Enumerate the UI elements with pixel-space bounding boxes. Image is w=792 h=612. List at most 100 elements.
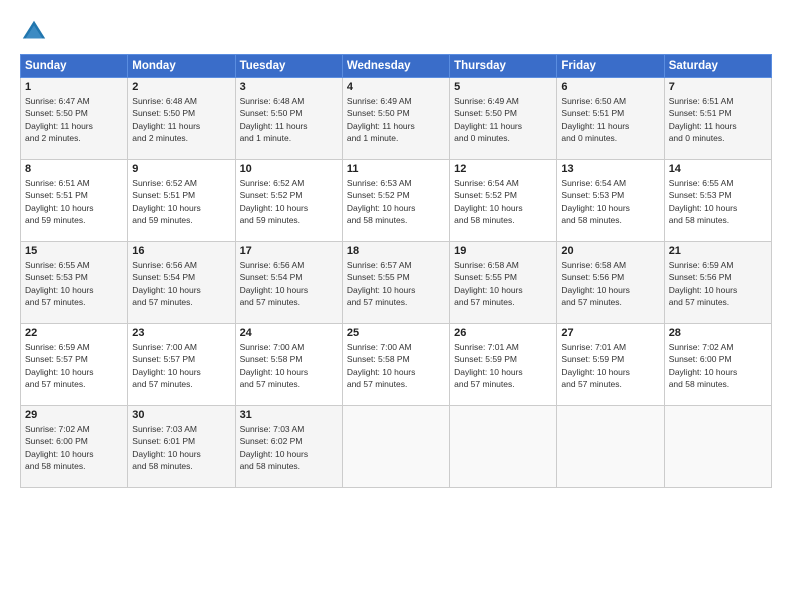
day-info: Sunrise: 7:03 AMSunset: 6:01 PMDaylight:… [132,423,230,472]
day-info: Sunrise: 6:52 AMSunset: 5:51 PMDaylight:… [132,177,230,226]
day-cell: 8Sunrise: 6:51 AMSunset: 5:51 PMDaylight… [21,160,128,242]
day-cell: 25 Sunrise: 7:00 AMSunset: 5:58 PMDayligh… [342,324,449,406]
day-number: 1 [25,81,123,93]
day-number: 21 [669,245,767,257]
col-header-sunday: Sunday [21,55,128,78]
col-header-wednesday: Wednesday [342,55,449,78]
day-cell: 13 Sunrise: 6:54 AMSunset: 5:53 PMDayligh… [557,160,664,242]
day-cell: 21Sunrise: 6:59 AMSunset: 5:56 PMDayligh… [664,242,771,324]
day-number: 11 [347,163,445,175]
week-row-4: 22 Sunrise: 6:59 AMSunset: 5:57 PMDayligh… [21,324,772,406]
calendar-table: SundayMondayTuesdayWednesdayThursdayFrid… [20,54,772,488]
day-number: 29 [25,409,123,421]
col-header-friday: Friday [557,55,664,78]
day-number: 28 [669,327,767,339]
day-info: Sunrise: 6:53 AMSunset: 5:52 PMDaylight:… [347,177,445,226]
day-number: 19 [454,245,552,257]
week-row-3: 15 Sunrise: 6:55 AMSunset: 5:53 PMDayligh… [21,242,772,324]
header-row: SundayMondayTuesdayWednesdayThursdayFrid… [21,55,772,78]
day-number: 3 [240,81,338,93]
day-cell: 26 Sunrise: 7:01 AMSunset: 5:59 PMDayligh… [450,324,557,406]
day-cell: 10 Sunrise: 6:52 AMSunset: 5:52 PMDayligh… [235,160,342,242]
day-info: Sunrise: 7:01 AMSunset: 5:59 PMDaylight:… [561,341,659,390]
day-cell: 30 Sunrise: 7:03 AMSunset: 6:01 PMDayligh… [128,406,235,488]
header [20,18,772,46]
day-info: Sunrise: 6:51 AMSunset: 5:51 PMDaylight:… [25,177,123,226]
day-number: 26 [454,327,552,339]
day-number: 27 [561,327,659,339]
day-number: 25 [347,327,445,339]
day-cell: 2 Sunrise: 6:48 AMSunset: 5:50 PMDaylight… [128,78,235,160]
day-info: Sunrise: 6:51 AMSunset: 5:51 PMDaylight:… [669,95,767,144]
day-info: Sunrise: 6:52 AMSunset: 5:52 PMDaylight:… [240,177,338,226]
day-cell: 1 Sunrise: 6:47 AMSunset: 5:50 PMDaylight… [21,78,128,160]
day-info: Sunrise: 7:00 AMSunset: 5:58 PMDaylight:… [240,341,338,390]
day-cell: 20Sunrise: 6:58 AMSunset: 5:56 PMDayligh… [557,242,664,324]
day-number: 18 [347,245,445,257]
day-cell: 9 Sunrise: 6:52 AMSunset: 5:51 PMDaylight… [128,160,235,242]
day-cell: 6Sunrise: 6:50 AMSunset: 5:51 PMDaylight… [557,78,664,160]
day-number: 10 [240,163,338,175]
day-info: Sunrise: 6:54 AMSunset: 5:53 PMDaylight:… [561,177,659,226]
day-info: Sunrise: 6:47 AMSunset: 5:50 PMDaylight:… [25,95,123,144]
day-info: Sunrise: 6:49 AMSunset: 5:50 PMDaylight:… [347,95,445,144]
day-cell: 23 Sunrise: 7:00 AMSunset: 5:57 PMDayligh… [128,324,235,406]
col-header-monday: Monday [128,55,235,78]
day-number: 4 [347,81,445,93]
day-cell: 4 Sunrise: 6:49 AMSunset: 5:50 PMDaylight… [342,78,449,160]
day-number: 13 [561,163,659,175]
day-info: Sunrise: 6:49 AMSunset: 5:50 PMDaylight:… [454,95,552,144]
day-cell: 31 Sunrise: 7:03 AMSunset: 6:02 PMDayligh… [235,406,342,488]
day-number: 9 [132,163,230,175]
day-cell: 14 Sunrise: 6:55 AMSunset: 5:53 PMDayligh… [664,160,771,242]
day-cell: 17 Sunrise: 6:56 AMSunset: 5:54 PMDayligh… [235,242,342,324]
col-header-thursday: Thursday [450,55,557,78]
day-number: 2 [132,81,230,93]
day-cell: 12 Sunrise: 6:54 AMSunset: 5:52 PMDayligh… [450,160,557,242]
day-number: 12 [454,163,552,175]
day-info: Sunrise: 6:56 AMSunset: 5:54 PMDaylight:… [132,259,230,308]
day-info: Sunrise: 6:54 AMSunset: 5:52 PMDaylight:… [454,177,552,226]
day-number: 31 [240,409,338,421]
day-number: 17 [240,245,338,257]
day-info: Sunrise: 6:55 AMSunset: 5:53 PMDaylight:… [669,177,767,226]
day-cell: 22 Sunrise: 6:59 AMSunset: 5:57 PMDayligh… [21,324,128,406]
day-info: Sunrise: 6:48 AMSunset: 5:50 PMDaylight:… [240,95,338,144]
day-number: 22 [25,327,123,339]
day-info: Sunrise: 7:02 AMSunset: 6:00 PMDaylight:… [25,423,123,472]
col-header-saturday: Saturday [664,55,771,78]
day-info: Sunrise: 7:00 AMSunset: 5:57 PMDaylight:… [132,341,230,390]
logo [20,18,51,46]
day-number: 5 [454,81,552,93]
day-info: Sunrise: 6:56 AMSunset: 5:54 PMDaylight:… [240,259,338,308]
day-number: 23 [132,327,230,339]
day-cell: 11 Sunrise: 6:53 AMSunset: 5:52 PMDayligh… [342,160,449,242]
day-cell: 3 Sunrise: 6:48 AMSunset: 5:50 PMDaylight… [235,78,342,160]
day-cell: 24Sunrise: 7:00 AMSunset: 5:58 PMDayligh… [235,324,342,406]
day-cell: 7 Sunrise: 6:51 AMSunset: 5:51 PMDaylight… [664,78,771,160]
day-number: 16 [132,245,230,257]
day-info: Sunrise: 6:57 AMSunset: 5:55 PMDaylight:… [347,259,445,308]
logo-icon [20,18,48,46]
day-info: Sunrise: 7:01 AMSunset: 5:59 PMDaylight:… [454,341,552,390]
day-cell: 15 Sunrise: 6:55 AMSunset: 5:53 PMDayligh… [21,242,128,324]
day-number: 30 [132,409,230,421]
col-header-tuesday: Tuesday [235,55,342,78]
day-cell: 28 Sunrise: 7:02 AMSunset: 6:00 PMDayligh… [664,324,771,406]
day-info: Sunrise: 6:48 AMSunset: 5:50 PMDaylight:… [132,95,230,144]
day-info: Sunrise: 6:55 AMSunset: 5:53 PMDaylight:… [25,259,123,308]
day-cell: 27 Sunrise: 7:01 AMSunset: 5:59 PMDayligh… [557,324,664,406]
day-cell: 18 Sunrise: 6:57 AMSunset: 5:55 PMDayligh… [342,242,449,324]
day-info: Sunrise: 7:02 AMSunset: 6:00 PMDaylight:… [669,341,767,390]
day-cell [450,406,557,488]
day-info: Sunrise: 6:59 AMSunset: 5:57 PMDaylight:… [25,341,123,390]
day-info: Sunrise: 6:58 AMSunset: 5:55 PMDaylight:… [454,259,552,308]
day-info: Sunrise: 7:03 AMSunset: 6:02 PMDaylight:… [240,423,338,472]
day-info: Sunrise: 7:00 AMSunset: 5:58 PMDaylight:… [347,341,445,390]
day-number: 7 [669,81,767,93]
day-number: 14 [669,163,767,175]
day-cell: 5 Sunrise: 6:49 AMSunset: 5:50 PMDaylight… [450,78,557,160]
day-info: Sunrise: 6:50 AMSunset: 5:51 PMDaylight:… [561,95,659,144]
day-info: Sunrise: 6:58 AMSunset: 5:56 PMDaylight:… [561,259,659,308]
day-number: 15 [25,245,123,257]
